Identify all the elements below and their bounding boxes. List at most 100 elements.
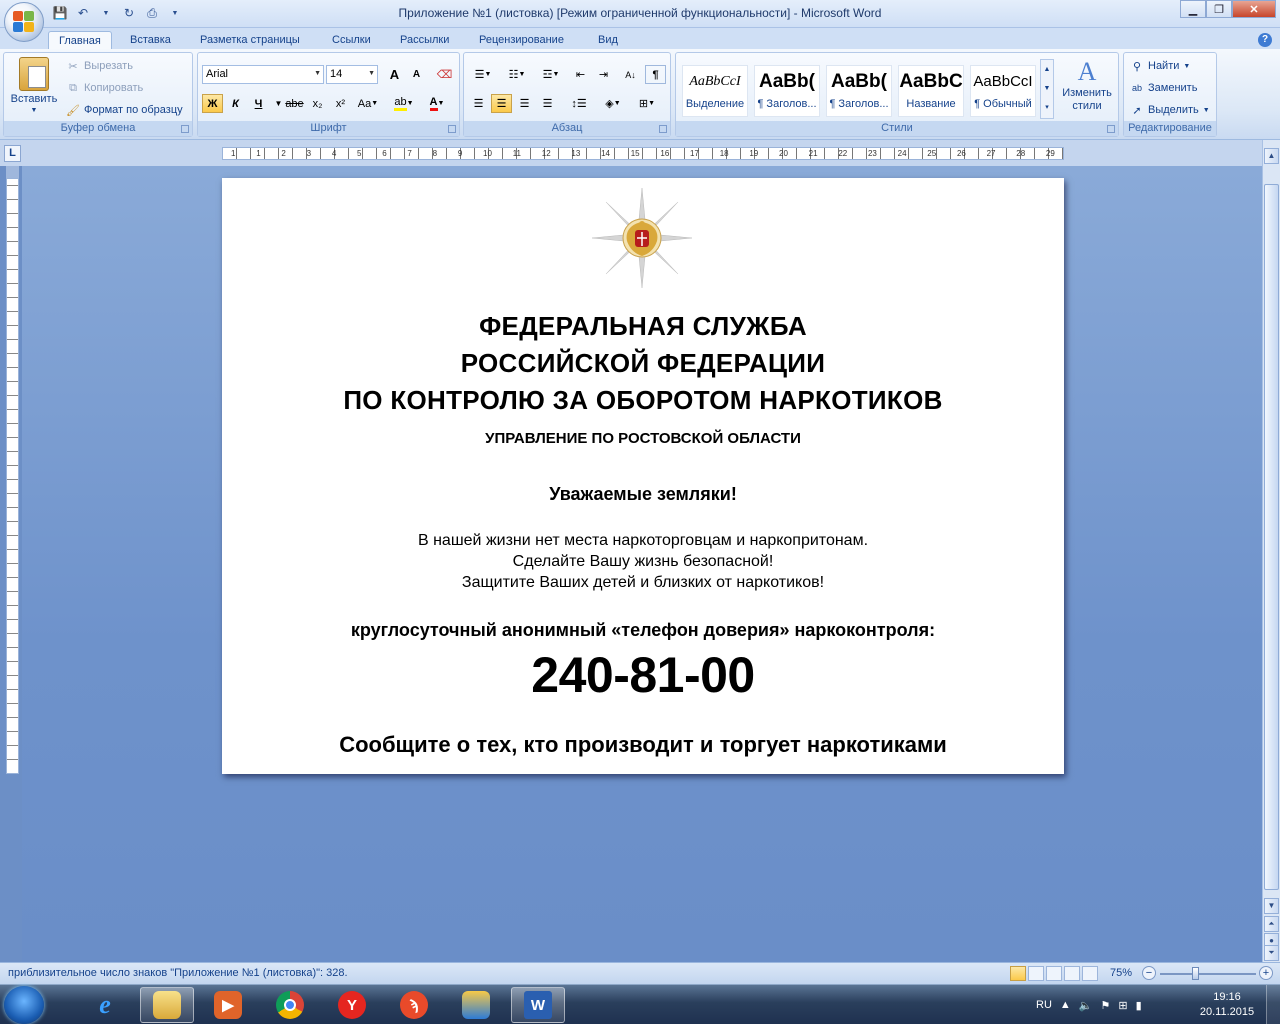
redo-icon[interactable]: ↻ <box>121 5 137 21</box>
highlight-button[interactable]: ab ▼ <box>390 94 418 113</box>
tab-view[interactable]: Вид <box>588 31 628 50</box>
subscript-button[interactable]: x₂ <box>307 94 328 113</box>
scroll-up-button[interactable]: ▲ <box>1264 148 1279 164</box>
shrink-font-button[interactable]: A <box>406 65 427 84</box>
tab-home[interactable]: Главная <box>48 31 112 50</box>
tab-review[interactable]: Рецензирование <box>469 31 574 50</box>
word-count-status[interactable]: приблизительное число знаков "Приложение… <box>8 967 348 979</box>
shading-button[interactable]: ◈ ▼ <box>598 94 628 113</box>
line-spacing-button[interactable]: ↕☰ <box>564 94 594 113</box>
scroll-up-icon[interactable]: ▲ <box>1041 60 1053 79</box>
clock[interactable]: 19:16 20.11.2015 <box>1196 990 1258 1020</box>
taskbar-media-player[interactable]: ▶ <box>201 987 255 1023</box>
restore-button[interactable]: ❐ <box>1206 0 1232 18</box>
styles-launcher-icon[interactable] <box>1107 125 1115 133</box>
increase-indent-button[interactable]: ⇥ <box>593 65 614 84</box>
draft-view-icon[interactable] <box>1082 966 1098 981</box>
tab-selector[interactable]: L <box>4 145 21 162</box>
outline-view-icon[interactable] <box>1064 966 1080 981</box>
style-heading2[interactable]: AaBb( ¶ Заголов... <box>826 65 892 117</box>
font-size-combo[interactable]: 14 ▼ <box>326 65 378 84</box>
font-name-combo[interactable]: Arial ▼ <box>202 65 324 84</box>
taskbar-yandex[interactable]: Y <box>325 987 379 1023</box>
zoom-level[interactable]: 75% <box>1110 967 1132 979</box>
paste-button[interactable]: Вставить ▼ <box>8 57 60 114</box>
language-indicator[interactable]: RU <box>1036 999 1052 1011</box>
action-center-icon[interactable]: ⚑ <box>1100 999 1110 1012</box>
minimize-button[interactable]: ▁ <box>1180 0 1206 18</box>
print-icon[interactable]: ⎙ <box>144 5 160 21</box>
grow-font-button[interactable]: A <box>384 65 405 84</box>
borders-button[interactable]: ⊞ ▼ <box>632 94 662 113</box>
style-title[interactable]: AaBbC Название <box>898 65 964 117</box>
vertical-ruler[interactable] <box>6 178 19 774</box>
zoom-slider-handle[interactable] <box>1192 967 1199 980</box>
tab-mailings[interactable]: Рассылки <box>390 31 459 50</box>
tab-insert[interactable]: Вставка <box>120 31 181 50</box>
taskbar-chrome[interactable] <box>263 987 317 1023</box>
scroll-down-icon[interactable]: ▼ <box>1041 79 1053 98</box>
taskbar-app-red[interactable]: ϡ <box>387 987 441 1023</box>
italic-button[interactable]: К <box>225 94 246 113</box>
font-launcher-icon[interactable] <box>448 125 456 133</box>
full-screen-reading-view-icon[interactable] <box>1028 966 1044 981</box>
change-styles-button[interactable]: A Изменить стили <box>1058 57 1116 113</box>
copy-button[interactable]: ⧉ Копировать <box>66 81 143 95</box>
vertical-scrollbar[interactable]: ▲ ▼ ⏶ ● ⏷ <box>1262 140 1280 962</box>
font-color-button[interactable]: A ▼ <box>422 94 452 113</box>
align-center-button[interactable]: ☰ <box>491 94 512 113</box>
taskbar-internet-explorer[interactable]: e <box>78 987 132 1023</box>
taskbar-explorer[interactable] <box>140 987 194 1023</box>
bullets-button[interactable]: ☰ ▼ <box>468 65 498 84</box>
strikethrough-button[interactable]: abe <box>284 94 305 113</box>
zoom-slider[interactable] <box>1160 973 1256 975</box>
bold-button[interactable]: Ж <box>202 94 223 113</box>
change-case-button[interactable]: Aa ▼ <box>354 94 382 113</box>
align-right-button[interactable]: ☰ <box>514 94 535 113</box>
paragraph-launcher-icon[interactable] <box>659 125 667 133</box>
style-normal[interactable]: AaBbCcI ¶ Обычный <box>970 65 1036 117</box>
customize-qat-icon[interactable]: ▼ <box>167 5 183 21</box>
taskbar-word[interactable]: W <box>511 987 565 1023</box>
start-button[interactable] <box>4 986 44 1024</box>
superscript-button[interactable]: x² <box>330 94 351 113</box>
windows-flag-icon[interactable]: ⊞ <box>1118 999 1127 1012</box>
sort-button[interactable]: A↓ <box>620 65 641 84</box>
undo-icon[interactable]: ↶ <box>75 5 91 21</box>
underline-button[interactable]: Ч <box>248 94 269 113</box>
web-layout-view-icon[interactable] <box>1046 966 1062 981</box>
replace-button[interactable]: ab Заменить <box>1130 81 1197 95</box>
cut-button[interactable]: ✂ Вырезать <box>66 59 133 73</box>
zoom-in-button[interactable]: + <box>1259 966 1273 980</box>
tray-expand-icon[interactable]: ▲ <box>1060 999 1071 1011</box>
styles-scroll[interactable]: ▲ ▼ ▾ <box>1040 59 1054 119</box>
help-icon[interactable]: ? <box>1258 33 1272 47</box>
scroll-down-button[interactable]: ▼ <box>1264 898 1279 914</box>
show-formatting-button[interactable]: ¶ <box>645 65 666 84</box>
find-button[interactable]: ⚲ Найти ▼ <box>1130 59 1190 73</box>
office-button[interactable] <box>4 2 44 42</box>
numbering-button[interactable]: ☷ ▼ <box>502 65 532 84</box>
document-page[interactable]: ФЕДЕРАЛЬНАЯ СЛУЖБА РОССИЙСКОЙ ФЕДЕРАЦИИ … <box>222 178 1064 774</box>
clipboard-launcher-icon[interactable] <box>181 125 189 133</box>
horizontal-ruler[interactable]: 1 1 2 3 4 5 6 7 8 9 10 11 12 13 14 15 16 17 18 19 20 21 22 23 24… <box>222 147 1064 160</box>
volume-icon[interactable]: 🔈 <box>1079 999 1093 1012</box>
more-styles-icon[interactable]: ▾ <box>1041 98 1053 117</box>
zoom-out-button[interactable]: − <box>1142 966 1156 980</box>
taskbar-users[interactable] <box>449 987 503 1023</box>
style-emphasis[interactable]: AaBbCcI Выделение <box>682 65 748 117</box>
qat-dropdown-icon[interactable]: ▼ <box>98 5 114 21</box>
multilevel-list-button[interactable]: ☲ ▼ <box>536 65 566 84</box>
align-left-button[interactable]: ☰ <box>468 94 489 113</box>
previous-page-button[interactable]: ⏶ <box>1264 916 1279 932</box>
select-button[interactable]: ➚ Выделить ▼ <box>1130 103 1209 117</box>
scrollbar-thumb[interactable] <box>1264 184 1279 890</box>
next-page-button[interactable]: ⏷ <box>1264 945 1279 961</box>
format-painter-button[interactable]: 🖌 Формат по образцу <box>66 103 183 117</box>
print-layout-view-icon[interactable] <box>1010 966 1026 981</box>
decrease-indent-button[interactable]: ⇤ <box>570 65 591 84</box>
show-desktop-button[interactable] <box>1266 985 1280 1024</box>
justify-button[interactable]: ☰ <box>537 94 558 113</box>
tab-page-layout[interactable]: Разметка страницы <box>190 31 310 50</box>
network-icon[interactable]: ▮ <box>1136 999 1142 1012</box>
